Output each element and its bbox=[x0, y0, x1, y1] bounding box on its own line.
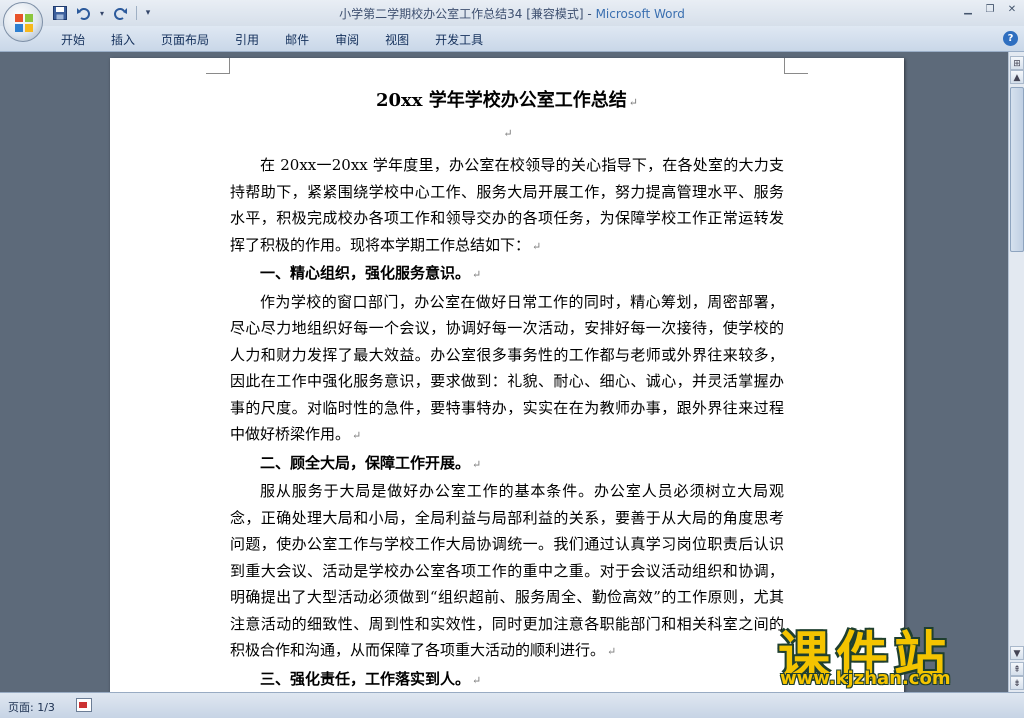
paragraph-mark: ↵ bbox=[352, 429, 362, 442]
office-logo-icon bbox=[15, 14, 33, 32]
tab-developer[interactable]: 开发工具 bbox=[422, 31, 496, 49]
watermark-url: www.kjzhan.com bbox=[780, 668, 951, 689]
document-body: 20xx 学年学校办公室工作总结 ↵ ↵ 在 20xx一20xx 学年度里，办公室… bbox=[230, 86, 784, 692]
scroll-up-button[interactable]: ▲ bbox=[1010, 70, 1024, 84]
tab-mailings[interactable]: 邮件 bbox=[272, 31, 322, 49]
title-separator: - bbox=[583, 7, 596, 21]
section-body-2-text: 服从服务于大局是做好办公室工作的基本条件。办公室人员必须树立大局观念，正确处理大… bbox=[230, 482, 784, 659]
paragraph-mark: ↵ bbox=[472, 673, 482, 687]
office-button[interactable] bbox=[3, 2, 43, 42]
section-heading-1-text: 一、精心组织，强化服务意识。 bbox=[260, 264, 471, 282]
page-counter[interactable]: 页面: 1/3 bbox=[8, 699, 55, 715]
ribbon-tabs: 开始 插入 页面布局 引用 邮件 审阅 视图 开发工具 bbox=[48, 31, 496, 49]
paragraph-mark: ↵ bbox=[607, 645, 617, 658]
next-page-button[interactable]: ⇟ bbox=[1010, 676, 1024, 690]
document-page[interactable]: 20xx 学年学校办公室工作总结 ↵ ↵ 在 20xx一20xx 学年度里，办公室… bbox=[110, 58, 904, 692]
title-bar: ▾ ▾ 小学第二学期校办公室工作总结34 [兼容模式] - Microsoft … bbox=[0, 0, 1024, 26]
help-icon[interactable]: ? bbox=[1003, 31, 1018, 46]
tab-home[interactable]: 开始 bbox=[48, 31, 98, 49]
blank-line: ↵ bbox=[230, 116, 784, 152]
scroll-down-button[interactable]: ▼ bbox=[1010, 646, 1024, 660]
window-controls: ▁ ❐ ✕ bbox=[960, 3, 1020, 17]
paragraph-mark: ↵ bbox=[532, 239, 542, 253]
section-heading-2: 二、顾全大局，保障工作开展。 ↵ bbox=[230, 450, 784, 479]
window-title: 小学第二学期校办公室工作总结34 [兼容模式] - Microsoft Word bbox=[0, 5, 1024, 22]
document-name: 小学第二学期校办公室工作总结34 [兼容模式] bbox=[339, 7, 584, 21]
section-body-1: 作为学校的窗口部门，办公室在做好日常工作的同时，精心筹划，周密部署，尽心尽力地组… bbox=[230, 289, 784, 450]
tab-page-layout[interactable]: 页面布局 bbox=[148, 31, 222, 49]
section-heading-1: 一、精心组织，强化服务意识。 ↵ bbox=[230, 260, 784, 289]
status-bar: 页面: 1/3 bbox=[0, 692, 1024, 718]
section-heading-3: 三、强化责任，工作落实到人。 ↵ bbox=[230, 666, 784, 693]
paragraph-mark: ↵ bbox=[472, 457, 482, 471]
tab-review[interactable]: 审阅 bbox=[322, 31, 372, 49]
document-workspace: 20xx 学年学校办公室工作总结 ↵ ↵ 在 20xx一20xx 学年度里，办公室… bbox=[0, 52, 1008, 692]
restore-button[interactable]: ❐ bbox=[982, 3, 998, 17]
previous-page-button[interactable]: ⇞ bbox=[1010, 662, 1024, 676]
tab-insert[interactable]: 插入 bbox=[98, 31, 148, 49]
paragraph-mark: ↵ bbox=[503, 127, 513, 140]
tab-references[interactable]: 引用 bbox=[222, 31, 272, 49]
site-watermark: 课件站 www.kjzhan.com bbox=[770, 610, 1010, 692]
proofing-status-icon[interactable] bbox=[76, 698, 92, 712]
ruler-toggle-button[interactable]: ⊞ bbox=[1010, 56, 1024, 70]
section-heading-3-text: 三、强化责任，工作落实到人。 bbox=[260, 669, 471, 688]
vertical-scrollbar[interactable]: ⊞ ▲ ▼ ⇞ ⇟ bbox=[1008, 52, 1024, 692]
app-name: Microsoft Word bbox=[595, 7, 685, 21]
section-body-1-text: 作为学校的窗口部门，办公室在做好日常工作的同时，精心筹划，周密部署，尽心尽力地组… bbox=[230, 292, 784, 444]
document-title-text: 20xx 学年学校办公室工作总结 bbox=[376, 90, 627, 111]
section-body-2: 服从服务于大局是做好办公室工作的基本条件。办公室人员必须树立大局观念，正确处理大… bbox=[230, 478, 784, 666]
scrollbar-thumb[interactable] bbox=[1010, 87, 1024, 252]
document-title: 20xx 学年学校办公室工作总结 ↵ bbox=[230, 86, 784, 116]
crop-mark-top-left bbox=[206, 58, 230, 74]
paragraph-mark: ↵ bbox=[472, 268, 482, 281]
tab-view[interactable]: 视图 bbox=[372, 31, 422, 49]
paragraph-mark: ↵ bbox=[628, 96, 638, 109]
ribbon-tab-bar: 开始 插入 页面布局 引用 邮件 审阅 视图 开发工具 ? bbox=[0, 26, 1024, 52]
crop-mark-top-right bbox=[784, 58, 808, 74]
close-button[interactable]: ✕ bbox=[1004, 3, 1020, 17]
minimize-button[interactable]: ▁ bbox=[960, 3, 976, 17]
intro-paragraph: 在 20xx一20xx 学年度里，办公室在校领导的关心指导下，在各处室的大力支持… bbox=[230, 152, 784, 260]
section-heading-2-text: 二、顾全大局，保障工作开展。 bbox=[260, 453, 471, 472]
intro-text: 在 20xx一20xx 学年度里，办公室在校领导的关心指导下，在各处室的大力支持… bbox=[230, 156, 784, 254]
